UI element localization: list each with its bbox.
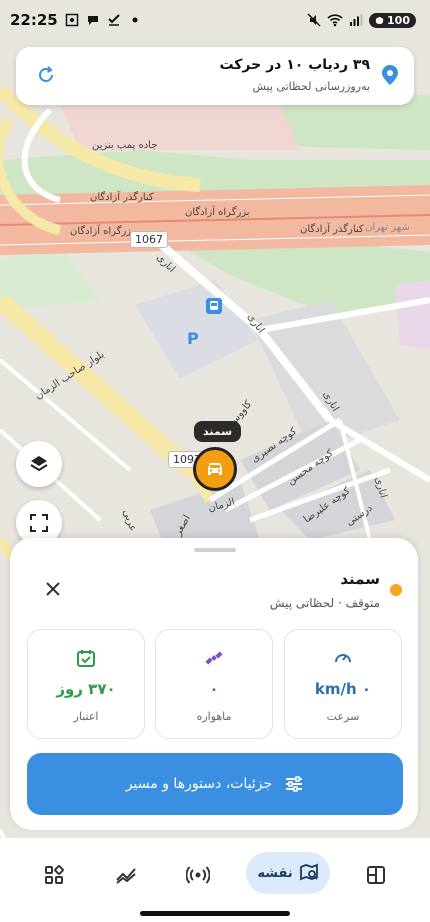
check-icon	[108, 14, 120, 26]
map-label: کنارگذر آزادگان	[90, 192, 154, 203]
car-icon	[208, 463, 222, 475]
chat-icon	[87, 16, 98, 25]
dot-icon	[132, 17, 138, 23]
wifi-icon	[327, 14, 343, 27]
status-bar: 22:25 100	[0, 0, 430, 40]
chart-icon	[116, 868, 136, 884]
refresh-icon[interactable]	[36, 65, 56, 85]
calendar-check-icon	[77, 650, 95, 667]
status-time: 22:25	[10, 11, 58, 29]
nav-reports[interactable]	[98, 852, 154, 898]
nav-map-label: نقشه	[257, 865, 293, 881]
apps-icon	[45, 865, 64, 884]
satellite-icon	[205, 651, 223, 665]
map-label: بزرگراه آزادگان	[185, 207, 250, 218]
map-search-icon	[299, 863, 318, 881]
layers-button[interactable]	[16, 441, 62, 487]
screenshot-icon	[65, 13, 78, 27]
satellite-value: ۰	[209, 680, 219, 698]
vehicle-name: سمند	[340, 570, 380, 588]
details-commands-route-button[interactable]: جزئیات، دستورها و مسیر	[27, 753, 403, 815]
speed-stat-card: ۰ km/h سرعت	[284, 629, 402, 739]
layers-icon	[30, 456, 48, 472]
vehicle-marker[interactable]	[193, 447, 237, 491]
broadcast-icon	[186, 866, 210, 884]
sliders-icon	[286, 776, 303, 792]
vehicle-details-sheet: سمند متوقف · لحظاتی پیش ۰ km/h سرعت ۰ ما…	[10, 538, 418, 830]
location-pin-icon	[382, 65, 398, 85]
validity-stat-card: ۳۷۰ روز اعتبار	[27, 629, 145, 739]
home-indicator[interactable]	[140, 911, 290, 916]
nav-map[interactable]: نقشه	[246, 852, 330, 894]
satellite-stat-card: ۰ ماهواره	[155, 629, 273, 739]
map-label: شهر تهران	[365, 222, 410, 233]
battery-level: 100	[387, 13, 410, 27]
satellite-label: ماهواره	[196, 710, 232, 723]
tracker-summary-card[interactable]: ۳۹ ردیاب ۱۰ در حرکت به‌روزرسانی لحظاتی پ…	[16, 47, 414, 105]
signal-icon	[350, 14, 363, 26]
expand-icon	[30, 514, 48, 532]
map-label: جاده پمپ بنزین	[92, 140, 158, 151]
vehicle-status: متوقف · لحظاتی پیش	[269, 596, 380, 610]
vehicle-status-dot	[390, 584, 402, 596]
map-label: کنارگذر آزادگان	[300, 224, 364, 235]
parking-marker: P	[187, 329, 199, 348]
bottom-navigation: نقشه	[0, 838, 430, 922]
nav-apps[interactable]	[26, 852, 82, 898]
vehicle-name-tag: سمند	[194, 421, 242, 442]
speed-label: سرعت	[326, 710, 360, 723]
details-button-label: جزئیات، دستورها و مسیر	[125, 776, 273, 792]
nav-live[interactable]	[170, 852, 226, 898]
road-shield: 1067	[130, 231, 168, 248]
battery-icon: 100	[369, 12, 416, 28]
sheet-drag-handle[interactable]	[194, 548, 236, 552]
validity-value: ۳۷۰ روز	[56, 680, 116, 698]
bus-stop-icon	[206, 298, 222, 314]
tracker-summary-title: ۳۹ ردیاب ۱۰ در حرکت	[219, 57, 370, 73]
speed-value: ۰ km/h	[314, 680, 372, 698]
layout-icon	[367, 866, 385, 884]
mute-icon	[307, 13, 321, 27]
close-icon[interactable]	[44, 580, 62, 598]
tracker-summary-subtitle: به‌روزرسانی لحظاتی پیش	[252, 80, 370, 93]
validity-label: اعتبار	[73, 710, 99, 723]
map-label: بزرگراه آزادگان	[70, 226, 135, 237]
speedometer-icon	[335, 654, 351, 663]
nav-dashboard[interactable]	[348, 852, 404, 898]
